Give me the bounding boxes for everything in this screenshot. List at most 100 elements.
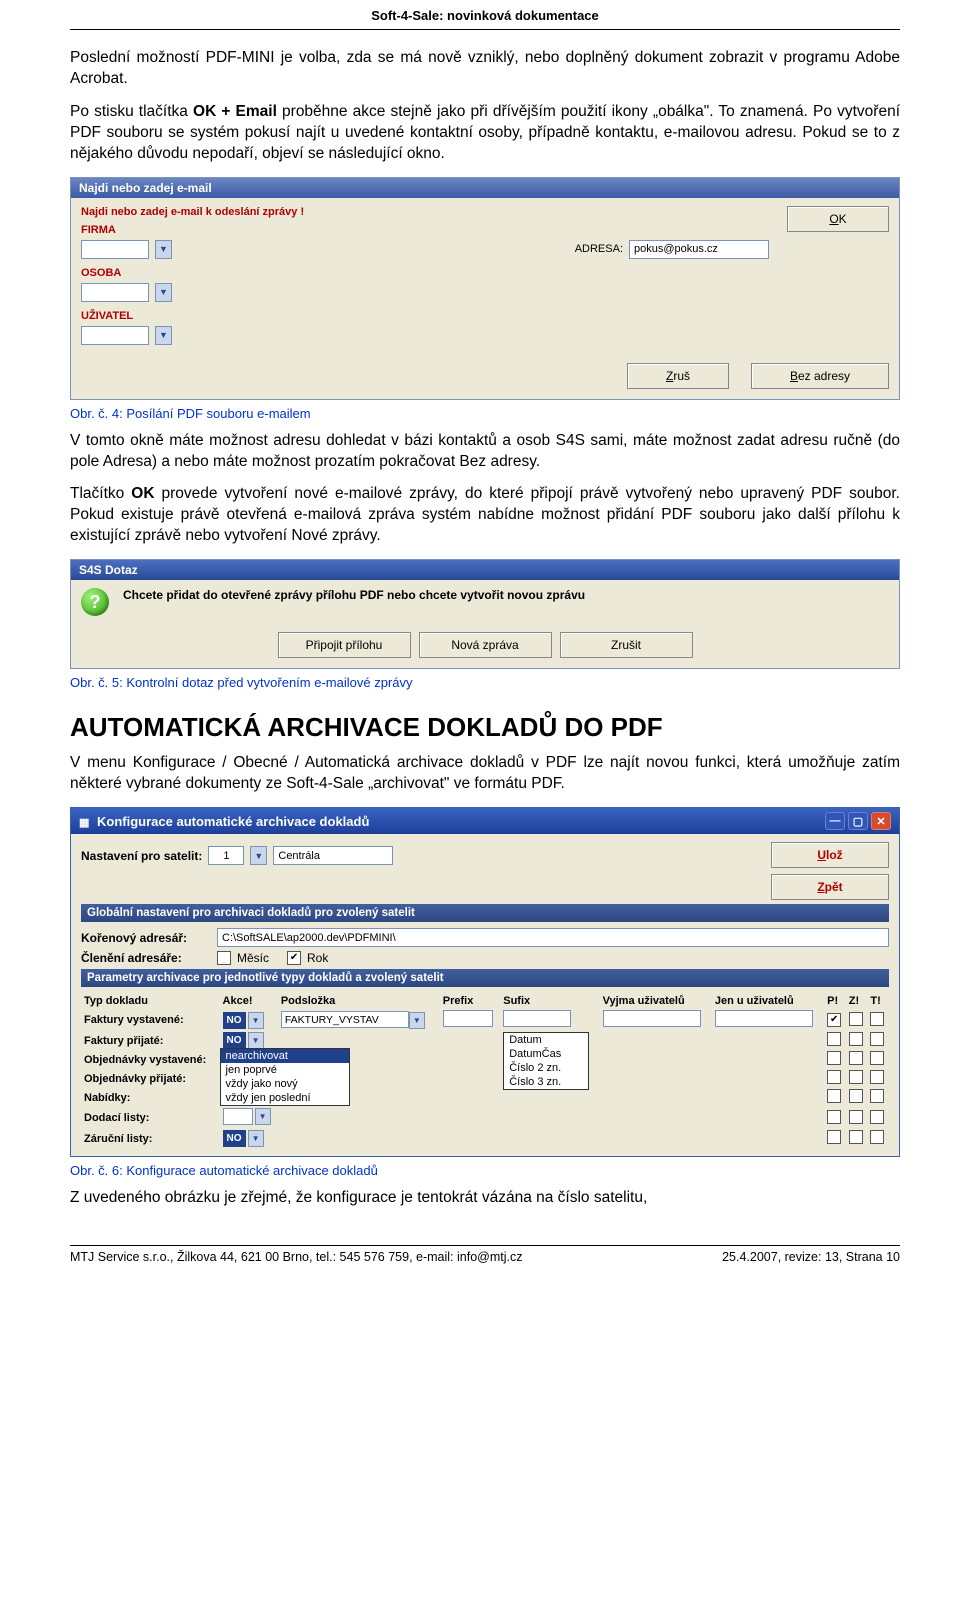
s4s-dotaz-title: S4S Dotaz: [71, 560, 899, 580]
t-checkbox[interactable]: [870, 1070, 884, 1084]
question-icon: ?: [81, 588, 109, 616]
back-button[interactable]: Zpět: [771, 874, 889, 900]
root-dir-field[interactable]: C:\SoftSALE\ap2000.dev\PDFMINI\: [217, 928, 889, 947]
dropdown-option[interactable]: Číslo 2 zn.: [504, 1061, 588, 1075]
row-label: Objednávky přijaté:: [84, 1073, 186, 1085]
email-noaddress-button[interactable]: Bez adresy: [751, 363, 889, 389]
p-checkbox[interactable]: [827, 1070, 841, 1084]
firma-dropdown-icon[interactable]: ▼: [155, 240, 172, 259]
uzivatel-label: UŽIVATEL: [81, 310, 769, 322]
t-checkbox[interactable]: [870, 1012, 884, 1026]
close-icon[interactable]: ✕: [871, 812, 891, 830]
year-checkbox[interactable]: [287, 951, 301, 965]
config-window-title: Konfigurace automatické archivace doklad…: [97, 814, 369, 829]
z-checkbox[interactable]: [849, 1089, 863, 1103]
chevron-down-icon[interactable]: ▼: [248, 1130, 264, 1147]
adresa-field[interactable]: pokus@pokus.cz: [629, 240, 769, 259]
t-checkbox[interactable]: [870, 1051, 884, 1065]
sufix-dropdown-list[interactable]: Datum DatumČas Číslo 2 zn. Číslo 3 zn.: [503, 1032, 589, 1090]
dropdown-option[interactable]: DatumČas: [504, 1047, 588, 1061]
th-jen: Jen u uživatelů: [712, 993, 824, 1009]
dropdown-option[interactable]: vždy jako nový: [221, 1077, 349, 1091]
page-header: Soft-4-Sale: novinková dokumentace: [70, 0, 900, 29]
intro-p1: Poslední možností PDF-MINI je volba, zda…: [70, 48, 900, 90]
th-z: Z!: [846, 993, 868, 1009]
firma-label: FIRMA: [81, 224, 151, 236]
minimize-icon[interactable]: —: [825, 812, 845, 830]
vyjma-field[interactable]: [603, 1010, 701, 1027]
month-label: Měsíc: [237, 951, 269, 965]
para2-p2a: Tlačítko: [70, 485, 131, 502]
p-checkbox[interactable]: [827, 1089, 841, 1103]
para3: V menu Konfigurace / Obecné / Automatick…: [70, 753, 900, 795]
dropdown-option[interactable]: jen poprvé: [221, 1063, 349, 1077]
prefix-field[interactable]: [443, 1010, 493, 1027]
t-checkbox[interactable]: [870, 1110, 884, 1124]
table-row: Záruční listy: NO▼: [81, 1129, 889, 1148]
akce-value[interactable]: NO: [223, 1032, 246, 1049]
table-row: Dodací listy: ▼: [81, 1107, 889, 1129]
t-checkbox[interactable]: [870, 1089, 884, 1103]
cancel-button[interactable]: Zrušit: [560, 632, 693, 658]
table-row: Faktury přijaté: NO▼ nearchivovat jen po…: [81, 1031, 889, 1050]
akce-value[interactable]: NO: [223, 1012, 246, 1029]
dropdown-option[interactable]: nearchivovat: [221, 1049, 349, 1063]
section-heading: AUTOMATICKÁ ARCHIVACE DOKLADŮ DO PDF: [70, 712, 900, 743]
year-label: Rok: [307, 951, 328, 965]
new-message-button[interactable]: Nová zpráva: [419, 632, 552, 658]
akce-value[interactable]: [223, 1108, 253, 1125]
save-button[interactable]: Ulož: [771, 842, 889, 868]
th-sufix: Sufix: [500, 993, 599, 1009]
z-checkbox[interactable]: [849, 1012, 863, 1026]
row-label: Faktury přijaté:: [84, 1035, 163, 1047]
attach-button[interactable]: Připojit přílohu: [278, 632, 411, 658]
email-cancel-button[interactable]: Zruš: [627, 363, 729, 389]
dropdown-option[interactable]: Číslo 3 zn.: [504, 1075, 588, 1089]
satelit-dropdown-icon[interactable]: ▼: [250, 846, 267, 865]
p-checkbox[interactable]: [827, 1013, 841, 1027]
p-checkbox[interactable]: [827, 1110, 841, 1124]
p-checkbox[interactable]: [827, 1032, 841, 1046]
chevron-down-icon[interactable]: ▼: [248, 1032, 264, 1049]
z-checkbox[interactable]: [849, 1032, 863, 1046]
th-p: P!: [824, 993, 846, 1009]
root-dir-label: Kořenový adresář:: [81, 931, 211, 945]
chevron-down-icon[interactable]: ▼: [409, 1012, 425, 1029]
akce-dropdown-list[interactable]: nearchivovat jen poprvé vždy jako nový v…: [220, 1048, 350, 1106]
month-checkbox[interactable]: [217, 951, 231, 965]
z-checkbox[interactable]: [849, 1051, 863, 1065]
sufix-field[interactable]: [503, 1010, 571, 1027]
jen-field[interactable]: [715, 1010, 813, 1027]
chevron-down-icon[interactable]: ▼: [248, 1012, 264, 1029]
z-checkbox[interactable]: [849, 1110, 863, 1124]
uzivatel-field[interactable]: [81, 326, 149, 345]
caption-fig5: Obr. č. 5: Kontrolní dotaz před vytvořen…: [70, 675, 900, 690]
z-checkbox[interactable]: [849, 1070, 863, 1084]
osoba-label: OSOBA: [81, 267, 769, 279]
uzivatel-dropdown-icon[interactable]: ▼: [155, 326, 172, 345]
satelit-num-field[interactable]: 1: [208, 846, 244, 865]
z-checkbox[interactable]: [849, 1130, 863, 1144]
th-t: T!: [867, 993, 889, 1009]
t-checkbox[interactable]: [870, 1130, 884, 1144]
email-ok-button[interactable]: OK: [787, 206, 889, 232]
subfolder-field[interactable]: FAKTURY_VYSTAV: [281, 1011, 409, 1028]
osoba-field[interactable]: [81, 283, 149, 302]
caption-fig4: Obr. č. 4: Posílání PDF souboru e-mailem: [70, 406, 900, 421]
dropdown-option[interactable]: Datum: [504, 1033, 588, 1047]
akce-value[interactable]: NO: [223, 1130, 246, 1147]
firma-field[interactable]: [81, 240, 149, 259]
t-checkbox[interactable]: [870, 1032, 884, 1046]
maximize-icon[interactable]: ▢: [848, 812, 868, 830]
table-row: Objednávky vystavené:: [81, 1050, 889, 1069]
satelit-label: Nastavení pro satelit:: [81, 849, 202, 863]
p-checkbox[interactable]: [827, 1051, 841, 1065]
header-rule: [70, 29, 900, 30]
th-typ: Typ dokladu: [81, 993, 220, 1009]
osoba-dropdown-icon[interactable]: ▼: [155, 283, 172, 302]
table-row: Faktury vystavené: NO▼ FAKTURY_VYSTAV▼: [81, 1009, 889, 1031]
chevron-down-icon[interactable]: ▼: [255, 1108, 271, 1125]
p-checkbox[interactable]: [827, 1130, 841, 1144]
dropdown-option[interactable]: vždy jen poslední: [221, 1091, 349, 1105]
satelit-name-field: Centrála: [273, 846, 393, 865]
